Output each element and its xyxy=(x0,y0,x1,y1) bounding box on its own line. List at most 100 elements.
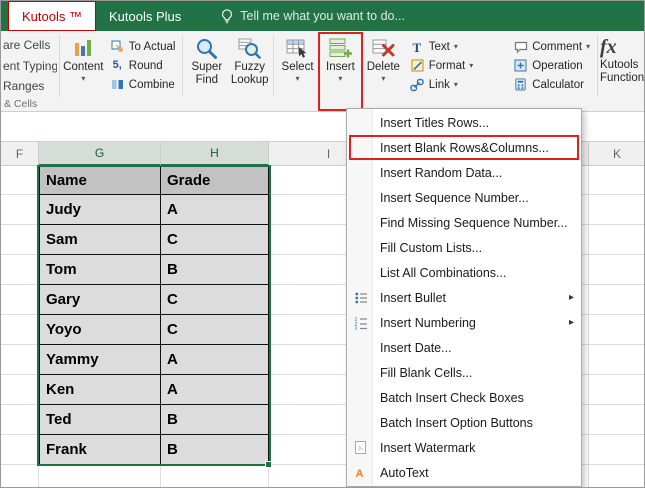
menu-item-insert-titles-rows[interactable]: Insert Titles Rows... xyxy=(347,110,581,135)
table-cell[interactable]: C xyxy=(161,225,269,255)
table-cell[interactable]: B xyxy=(161,255,269,285)
ribbon-button-ranges[interactable]: Ranges xyxy=(1,78,57,95)
table-cell[interactable]: Gary xyxy=(39,285,161,315)
table-cell[interactable]: Ted xyxy=(39,405,161,435)
ribbon-separator xyxy=(273,35,275,97)
sheet-cell[interactable] xyxy=(589,375,644,405)
sheet-cell[interactable] xyxy=(1,315,39,345)
table-cell[interactable]: Yoyo xyxy=(39,315,161,345)
ribbon-button-fuzzy-lookup[interactable]: Fuzzy Lookup xyxy=(228,34,271,98)
sheet-cell[interactable] xyxy=(1,435,39,465)
table-cell[interactable]: Frank xyxy=(39,435,161,465)
ribbon-button-label: Link xyxy=(428,78,450,91)
sheet-cell[interactable] xyxy=(589,195,644,225)
table-cell[interactable]: A xyxy=(161,375,269,405)
sheet-cell[interactable] xyxy=(1,255,39,285)
column-header-g[interactable]: G xyxy=(39,142,161,166)
link-icon xyxy=(410,78,425,92)
ribbon-tab-kutools[interactable]: Kutools ™ xyxy=(8,1,96,31)
ribbon-button-label: Kutools Functions xyxy=(600,59,645,85)
column-header-k[interactable]: K xyxy=(589,142,644,166)
table-cell[interactable]: Sam xyxy=(39,225,161,255)
sheet-cell[interactable] xyxy=(589,345,644,375)
menu-item-batch-insert-check-boxes[interactable]: Batch Insert Check Boxes xyxy=(347,385,581,410)
column-header-f[interactable]: F xyxy=(1,142,39,166)
sheet-cell[interactable] xyxy=(161,465,269,487)
sheet-cell[interactable] xyxy=(1,225,39,255)
table-cell[interactable]: B xyxy=(161,435,269,465)
ribbon-button-format[interactable]: Format ▾ xyxy=(405,56,478,75)
sheet-cell[interactable] xyxy=(1,375,39,405)
menu-item-label: Insert Blank Rows&Columns... xyxy=(380,140,549,155)
ribbon-button-label: To Actual xyxy=(128,40,176,53)
sheet-cell[interactable] xyxy=(589,315,644,345)
dropdown-arrow-icon: ▾ xyxy=(338,73,343,83)
table-cell[interactable]: Yammy xyxy=(39,345,161,375)
ribbon-button-kutools-functions[interactable]: fx Kutools Functions xyxy=(600,34,645,98)
table-cell[interactable]: C xyxy=(161,315,269,345)
sheet-cell[interactable] xyxy=(589,255,644,285)
ribbon-button-super-find[interactable]: Super Find xyxy=(185,34,228,98)
ribbon-button-select[interactable]: Select ▾ xyxy=(276,34,319,98)
ribbon-button-combine[interactable]: Combine xyxy=(105,75,181,94)
fill-handle[interactable] xyxy=(265,461,272,468)
fuzzy-lookup-icon xyxy=(237,35,262,61)
sheet-cell[interactable] xyxy=(589,165,644,195)
ribbon-button-operation[interactable]: Operation xyxy=(508,56,595,75)
sheet-cell[interactable] xyxy=(1,195,39,225)
table-header-cell[interactable]: Grade xyxy=(161,165,269,195)
sheet-cell[interactable] xyxy=(589,225,644,255)
table-header-cell[interactable]: Name xyxy=(39,165,161,195)
sheet-cell[interactable] xyxy=(1,345,39,375)
sheet-cell[interactable] xyxy=(1,405,39,435)
table-cell[interactable]: A xyxy=(161,345,269,375)
ribbon-small-group: Comment ▾ Operation Calculator xyxy=(508,34,595,98)
menu-item-insert-blank-rows-columns[interactable]: Insert Blank Rows&Columns... xyxy=(347,135,581,160)
ribbon-button-text[interactable]: T Text ▾ xyxy=(405,37,478,56)
table-cell[interactable]: C xyxy=(161,285,269,315)
ribbon-button-link[interactable]: Link ▾ xyxy=(405,75,478,94)
menu-item-insert-sequence-number[interactable]: Insert Sequence Number... xyxy=(347,185,581,210)
menu-item-insert-bullet[interactable]: Insert Bullet ▸ xyxy=(347,285,581,310)
sheet-cell[interactable] xyxy=(589,465,644,487)
table-cell[interactable]: Tom xyxy=(39,255,161,285)
menu-item-insert-watermark[interactable]: A Insert Watermark xyxy=(347,435,581,460)
menu-item-find-missing-sequence-number[interactable]: Find Missing Sequence Number... xyxy=(347,210,581,235)
menu-item-insert-date[interactable]: Insert Date... xyxy=(347,335,581,360)
sheet-cell[interactable] xyxy=(589,435,644,465)
ribbon-button-insert[interactable]: Insert ▾ xyxy=(317,32,363,111)
sheet-cell[interactable] xyxy=(589,405,644,435)
menu-item-fill-blank-cells[interactable]: Fill Blank Cells... xyxy=(347,360,581,385)
table-cell[interactable]: B xyxy=(161,405,269,435)
ribbon-button-content[interactable]: Content ▾ xyxy=(62,34,105,98)
ribbon-button-round[interactable]: 5, Round xyxy=(105,56,181,75)
ribbon-tab-kutools-plus[interactable]: Kutools Plus xyxy=(96,1,194,31)
column-header-h[interactable]: H xyxy=(161,142,269,166)
ribbon-button-label-line: Functions xyxy=(600,72,645,85)
tell-me-box[interactable]: Tell me what you want to do... xyxy=(220,8,405,24)
ribbon-button-delete[interactable]: Delete ▾ xyxy=(362,34,405,98)
menu-item-fill-custom-lists[interactable]: Fill Custom Lists... xyxy=(347,235,581,260)
ribbon-button-calculator[interactable]: Calculator xyxy=(508,75,595,94)
menu-item-autotext[interactable]: A AutoText xyxy=(347,460,581,485)
table-cell[interactable]: A xyxy=(161,195,269,225)
ribbon-button-are-cells[interactable]: are Cells xyxy=(1,37,57,54)
menu-item-label: Insert Random Data... xyxy=(380,165,503,180)
dropdown-arrow-icon: ▾ xyxy=(381,73,386,83)
sheet-cell[interactable] xyxy=(589,285,644,315)
table-cell[interactable]: Ken xyxy=(39,375,161,405)
sheet-cell[interactable] xyxy=(39,465,161,487)
menu-item-list-all-combinations[interactable]: List All Combinations... xyxy=(347,260,581,285)
autotext-icon: A xyxy=(353,465,368,480)
menu-item-label: Batch Insert Option Buttons xyxy=(380,415,533,430)
ribbon-button-comment[interactable]: Comment ▾ xyxy=(508,37,595,56)
table-cell[interactable]: Judy xyxy=(39,195,161,225)
ribbon-button-to-actual[interactable]: To Actual xyxy=(105,37,181,56)
sheet-cell[interactable] xyxy=(1,465,39,487)
menu-item-insert-numbering[interactable]: 1 2 3 Insert Numbering ▸ xyxy=(347,310,581,335)
menu-item-insert-random-data[interactable]: Insert Random Data... xyxy=(347,160,581,185)
ribbon-button-ent-typing[interactable]: ent Typing ▾ xyxy=(1,58,57,75)
menu-item-batch-insert-option-buttons[interactable]: Batch Insert Option Buttons xyxy=(347,410,581,435)
sheet-cell[interactable] xyxy=(1,165,39,195)
sheet-cell[interactable] xyxy=(1,285,39,315)
